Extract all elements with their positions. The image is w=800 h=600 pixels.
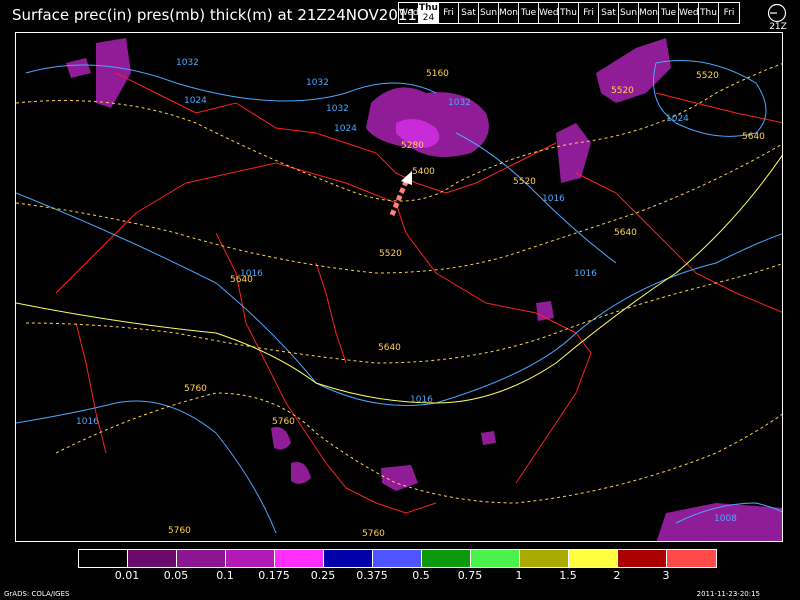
legend-swatch (373, 550, 422, 567)
thickness-label: 5640 (378, 343, 401, 353)
day-button[interactable]: Tue (519, 3, 539, 23)
precip-area (271, 427, 291, 450)
legend-swatch (618, 550, 667, 567)
border-line (315, 262, 347, 364)
legend-tick-label: 0.05 (163, 569, 189, 582)
active-day-number: 24 (422, 13, 435, 23)
coastline (515, 332, 592, 484)
weather-map[interactable]: 1032 1024 1032 1032 1024 1016 1016 1016 … (15, 32, 783, 542)
thickness-label: 5640 (742, 132, 765, 142)
legend-tick-label: 1.5 (559, 569, 577, 582)
pressure-label: 1032 (176, 58, 199, 68)
thickness-label: 5520 (379, 249, 402, 259)
day-selector: Wed Thu 24 Fri Sat Sun Mon Tue Wed Thu Fr… (398, 2, 740, 24)
day-button[interactable]: Thu (559, 3, 579, 23)
pressure-label: 1032 (326, 104, 349, 114)
thickness-label: 5520 (696, 71, 719, 81)
legend-swatch (569, 550, 618, 567)
legend-swatch (667, 550, 716, 567)
thickness-label: 5760 (184, 384, 207, 394)
legend-swatch (422, 550, 471, 567)
border-line (55, 162, 577, 334)
day-button[interactable]: Fri (579, 3, 599, 23)
pressure-label: 1016 (76, 417, 99, 427)
clock-icon[interactable] (767, 3, 787, 23)
thickness-label: 5760 (168, 526, 191, 536)
thickness-label: 5400 (412, 167, 435, 177)
pressure-label: 1032 (306, 78, 329, 88)
day-button[interactable]: Mon (639, 3, 659, 23)
legend-swatch (226, 550, 275, 567)
day-button[interactable]: Sun (479, 3, 499, 23)
day-button[interactable]: Sun (619, 3, 639, 23)
precip-area (481, 431, 496, 445)
precip-area (291, 462, 311, 484)
generation-timestamp: 2011-11-23-20:15 (696, 590, 760, 598)
legend-tick-label: 0.5 (412, 569, 430, 582)
pressure-label: 1024 (184, 96, 207, 106)
pressure-label: 1024 (334, 124, 357, 134)
pressure-label: 1016 (410, 395, 433, 405)
legend-swatch (471, 550, 520, 567)
legend-tick-label: 0.01 (114, 569, 140, 582)
legend-tick-label: 0.25 (310, 569, 336, 582)
map-canvas: 1032 1024 1032 1032 1024 1016 1016 1016 … (16, 38, 782, 541)
precip-legend (78, 549, 717, 568)
thickness-label: 5640 (230, 275, 253, 285)
day-button[interactable]: Sat (599, 3, 619, 23)
day-button[interactable]: Wed (539, 3, 559, 23)
legend-tick-label: 2 (613, 569, 621, 582)
software-credit: GrADS: COLA/IGES (4, 590, 70, 598)
pressure-label: 1008 (714, 514, 737, 524)
legend-swatch (520, 550, 569, 567)
day-button[interactable]: Tue (659, 3, 679, 23)
legend-tick-label: 0.1 (216, 569, 234, 582)
day-button[interactable]: Fri (719, 3, 739, 23)
thickness-label: 5160 (426, 69, 449, 79)
legend-swatch (177, 550, 226, 567)
legend-tick-label: 1 (515, 569, 523, 582)
precip-area (96, 38, 131, 108)
day-button[interactable]: Fri (439, 3, 459, 23)
day-button[interactable]: Wed (399, 3, 419, 23)
day-button[interactable]: Mon (499, 3, 519, 23)
forecast-hour-label: 21Z (769, 22, 787, 32)
thickness-label: 5640 (614, 228, 637, 238)
pressure-label: 1032 (448, 98, 471, 108)
border-line (575, 172, 782, 313)
legend-tick-label: 0.175 (258, 569, 290, 582)
legend-swatch (128, 550, 177, 567)
thickness-label: 5280 (401, 141, 424, 151)
legend-tick-label: 0.75 (457, 569, 483, 582)
day-button-active[interactable]: Thu 24 (419, 3, 439, 23)
thickness-line (55, 392, 782, 504)
legend-tick-label: 0.375 (356, 569, 388, 582)
legend-swatch (79, 550, 128, 567)
precip-area (556, 123, 591, 183)
legend-swatch (324, 550, 373, 567)
precip-area (66, 58, 91, 78)
border-line (75, 322, 107, 454)
thickness-line (16, 154, 782, 404)
pressure-label: 1024 (666, 114, 689, 124)
day-button[interactable]: Sat (459, 3, 479, 23)
thickness-label: 5760 (272, 417, 295, 427)
pressure-label: 1016 (542, 194, 565, 204)
day-button[interactable]: Thu (699, 3, 719, 23)
precip-area (381, 465, 418, 491)
isobar (16, 192, 782, 406)
legend-ticks: 0.01 0.05 0.1 0.175 0.25 0.375 0.5 0.75 … (78, 569, 722, 583)
thickness-label: 5760 (362, 529, 385, 539)
pressure-label: 1016 (574, 269, 597, 279)
legend-swatch (275, 550, 324, 567)
thickness-label: 5520 (611, 86, 634, 96)
isobar (16, 400, 277, 534)
wind-arrow-icon (389, 171, 412, 216)
chart-title: Surface prec(in) pres(mb) thick(m) at 21… (12, 6, 417, 24)
legend-tick-label: 3 (662, 569, 670, 582)
day-button[interactable]: Wed (679, 3, 699, 23)
thickness-label: 5520 (513, 177, 536, 187)
